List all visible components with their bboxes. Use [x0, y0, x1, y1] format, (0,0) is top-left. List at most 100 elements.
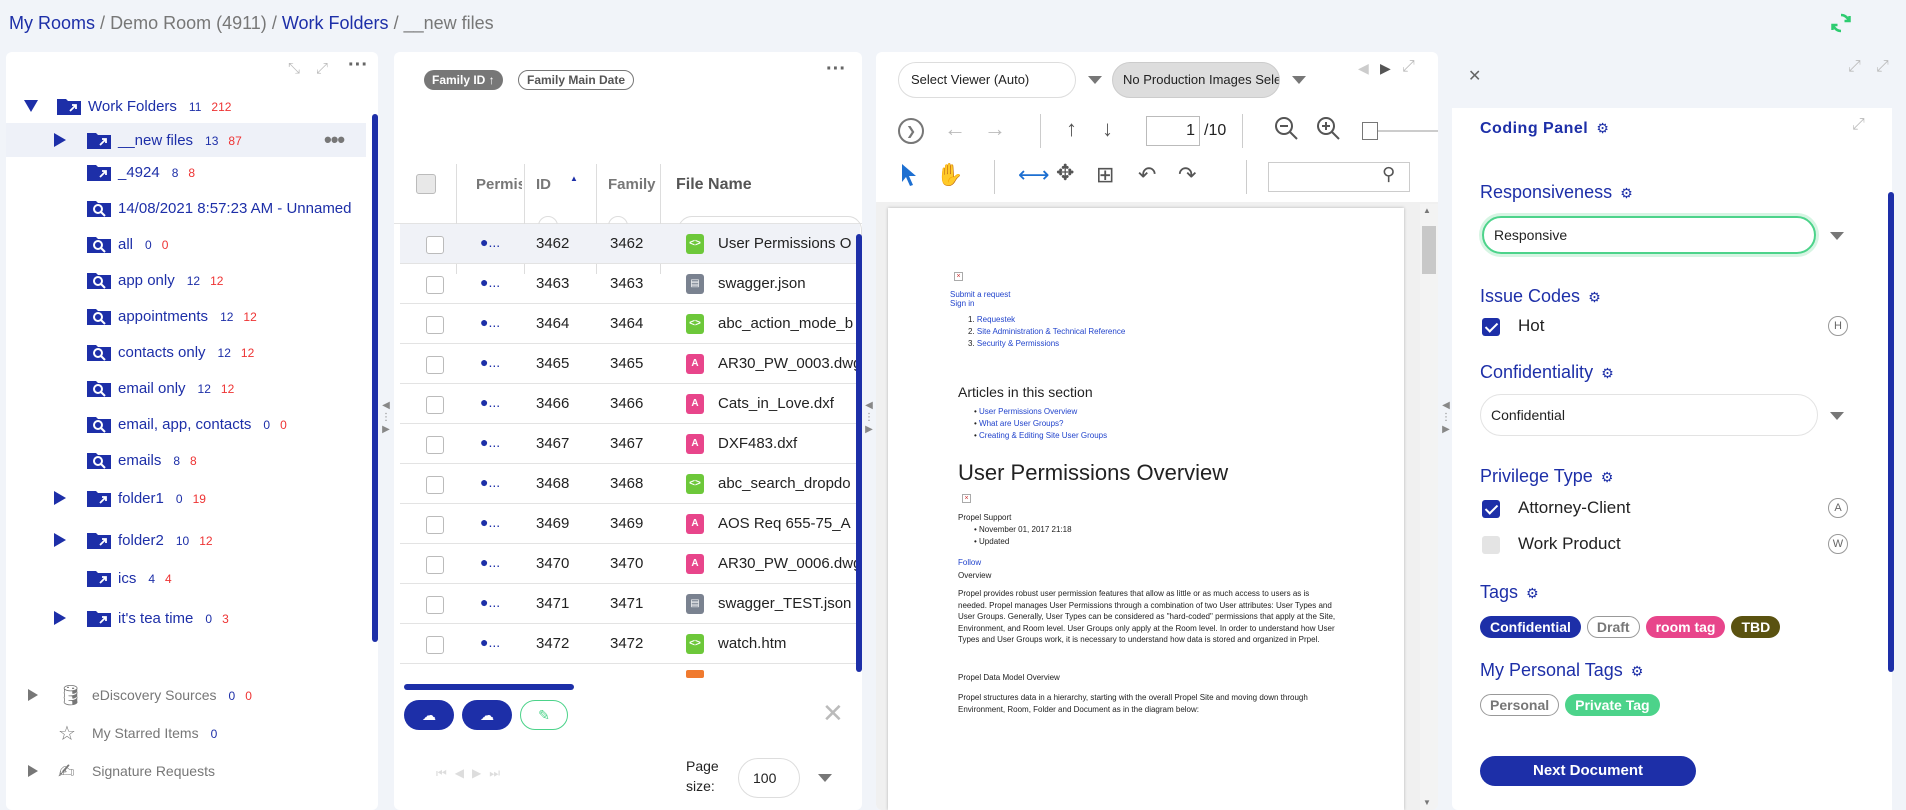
- right-splitter[interactable]: ◀ ⋮ ▶: [1441, 400, 1451, 470]
- gear-icon[interactable]: ⚙: [1596, 121, 1610, 135]
- left-splitter[interactable]: ◀ ⋮ ▶: [381, 400, 391, 470]
- fit-page-icon[interactable]: ⊞: [1096, 162, 1114, 188]
- scroll-down-icon[interactable]: ▼: [1423, 798, 1431, 807]
- next-document-button[interactable]: Next Document: [1480, 756, 1696, 786]
- row-checkbox[interactable]: [426, 556, 444, 574]
- page-input[interactable]: 1: [1146, 116, 1200, 146]
- arrow-down-icon[interactable]: ↓: [1102, 116, 1113, 142]
- doc-crumb[interactable]: Requestek: [977, 315, 1015, 324]
- chevron-right-icon[interactable]: [54, 611, 66, 625]
- tree-item[interactable]: ics 4 4: [6, 561, 366, 595]
- prev-doc-icon[interactable]: ◀: [1358, 60, 1369, 77]
- tag-private[interactable]: Private Tag: [1565, 694, 1660, 716]
- row-checkbox[interactable]: [426, 636, 444, 654]
- col-header-permissions[interactable]: Permis: [476, 176, 522, 193]
- work-product-checkbox[interactable]: [1482, 536, 1500, 554]
- grid-h-scrollbar[interactable]: [404, 684, 574, 690]
- doc-link-signin[interactable]: Sign in: [950, 299, 1010, 308]
- tree-item[interactable]: _4924 8 8: [6, 155, 366, 189]
- tag-tbd[interactable]: TBD: [1731, 616, 1781, 638]
- tree-item[interactable]: __new files 13 87 •••: [6, 123, 366, 157]
- binoculars-icon[interactable]: ⚲: [1382, 164, 1395, 185]
- tag-room-tag[interactable]: room tag: [1645, 616, 1726, 638]
- table-row[interactable]: ●... 3463 3463 ▤ swagger.json: [400, 264, 860, 304]
- row-checkbox[interactable]: [426, 356, 444, 374]
- expand-icon[interactable]: ⤢: [1848, 58, 1861, 76]
- sync-icon[interactable]: [1830, 12, 1852, 34]
- next-doc-icon[interactable]: ▶: [1380, 60, 1391, 77]
- move-icon[interactable]: ✥: [1056, 160, 1074, 186]
- select-all-checkbox[interactable]: [416, 174, 436, 194]
- chevron-down-icon[interactable]: [1830, 412, 1844, 420]
- chevron-down-icon[interactable]: [818, 774, 832, 782]
- rotate-right-icon[interactable]: ↷: [1178, 162, 1196, 188]
- tag-draft[interactable]: Draft: [1586, 616, 1640, 638]
- hand-icon[interactable]: ✋: [936, 162, 963, 188]
- chevron-right-icon[interactable]: [54, 491, 66, 505]
- row-checkbox[interactable]: [426, 476, 444, 494]
- viewer-select[interactable]: Select Viewer (Auto): [898, 62, 1076, 98]
- table-row[interactable]: ●... 3462 3462 <> User Permissions O: [400, 224, 860, 264]
- arrow-up-icon[interactable]: ↑: [1066, 116, 1077, 142]
- tree-item[interactable]: appointments 12 12: [6, 299, 366, 333]
- col-header-id[interactable]: ID: [536, 176, 551, 193]
- table-row[interactable]: ●... 3467 3467 A DXF483.dxf: [400, 424, 860, 464]
- download-button[interactable]: ☁: [462, 700, 512, 730]
- responsiveness-select[interactable]: Responsive: [1482, 216, 1816, 254]
- table-row[interactable]: ●... 3470 3470 A AR30_PW_0006.dwg: [400, 544, 860, 584]
- table-row[interactable]: ●... 3472 3472 <> watch.htm: [400, 624, 860, 664]
- chevron-right-icon[interactable]: [54, 533, 66, 547]
- row-checkbox[interactable]: [426, 276, 444, 294]
- chevron-right-icon[interactable]: [28, 689, 38, 701]
- grid-more-icon[interactable]: ···: [826, 58, 846, 81]
- upload-button[interactable]: ☁: [404, 700, 454, 730]
- row-checkbox[interactable]: [426, 316, 444, 334]
- tree-item[interactable]: emails 8 8: [6, 443, 366, 477]
- table-row[interactable]: ●... 3464 3464 <> abc_action_mode_b: [400, 304, 860, 344]
- viewer-scroll-thumb[interactable]: [1422, 226, 1436, 274]
- production-select[interactable]: No Production Images Select: [1112, 62, 1280, 98]
- popout-icon[interactable]: ⤢: [1852, 116, 1865, 134]
- pointer-icon[interactable]: [898, 162, 922, 188]
- table-row[interactable]: ●... 3465 3465 A AR30_PW_0003.dwg: [400, 344, 860, 384]
- chevron-down-icon[interactable]: [1830, 232, 1844, 240]
- play-icon[interactable]: ❯: [898, 118, 924, 144]
- table-row[interactable]: ●... 3468 3468 <> abc_search_dropdo: [400, 464, 860, 504]
- confidentiality-select[interactable]: Confidential: [1480, 394, 1818, 436]
- coding-scrollbar[interactable]: [1888, 192, 1894, 672]
- sort-chip-family-date[interactable]: Family Main Date: [518, 70, 635, 90]
- row-checkbox[interactable]: [426, 596, 444, 614]
- doc-article-link[interactable]: What are User Groups?: [979, 419, 1063, 428]
- doc-crumb[interactable]: Security & Permissions: [977, 339, 1059, 348]
- expand-icon[interactable]: ⤢: [316, 60, 328, 77]
- tree-item[interactable]: folder2 10 12: [6, 523, 366, 557]
- row-checkbox[interactable]: [426, 236, 444, 254]
- tree-item[interactable]: 14/08/2021 8:57:23 AM - Unnamed: [6, 191, 366, 225]
- forward-arrow-icon[interactable]: →: [984, 116, 1006, 142]
- breadcrumb-work-folders[interactable]: Work Folders: [282, 13, 389, 33]
- close-icon[interactable]: ✕: [1468, 66, 1481, 86]
- scroll-up-icon[interactable]: ▲: [1423, 206, 1431, 215]
- page-size-select[interactable]: 100: [738, 758, 800, 798]
- zoom-out-icon[interactable]: [1274, 116, 1300, 142]
- gear-icon[interactable]: ⚙: [1526, 586, 1540, 600]
- chevron-down-icon[interactable]: [24, 100, 38, 112]
- sort-chip-family-id[interactable]: Family ID ↑: [424, 70, 503, 90]
- tree-item[interactable]: email, app, contacts 0 0: [6, 407, 366, 441]
- gear-icon[interactable]: ⚙: [1631, 664, 1645, 678]
- expand-icon[interactable]: ⤢: [1402, 58, 1415, 76]
- tree-item[interactable]: email only 12 12: [6, 371, 366, 405]
- table-row[interactable]: ●... 3466 3466 A Cats_in_Love.dxf: [400, 384, 860, 424]
- attorney-client-checkbox[interactable]: [1482, 500, 1500, 518]
- breadcrumb-room[interactable]: Demo Room (4911): [110, 13, 267, 33]
- tree-scrollbar[interactable]: [372, 114, 378, 642]
- grid-v-scrollbar[interactable]: [856, 234, 862, 672]
- edit-button[interactable]: ✎: [520, 700, 568, 730]
- doc-article-link[interactable]: User Permissions Overview: [979, 407, 1077, 416]
- gear-icon[interactable]: ⚙: [1601, 366, 1615, 380]
- gear-icon[interactable]: ⚙: [1588, 290, 1602, 304]
- hot-checkbox[interactable]: [1482, 318, 1500, 336]
- chevron-down-icon[interactable]: [1088, 76, 1102, 84]
- middle-splitter[interactable]: ◀ ⋮ ▶: [864, 400, 874, 470]
- zoom-slider-handle[interactable]: [1362, 122, 1378, 140]
